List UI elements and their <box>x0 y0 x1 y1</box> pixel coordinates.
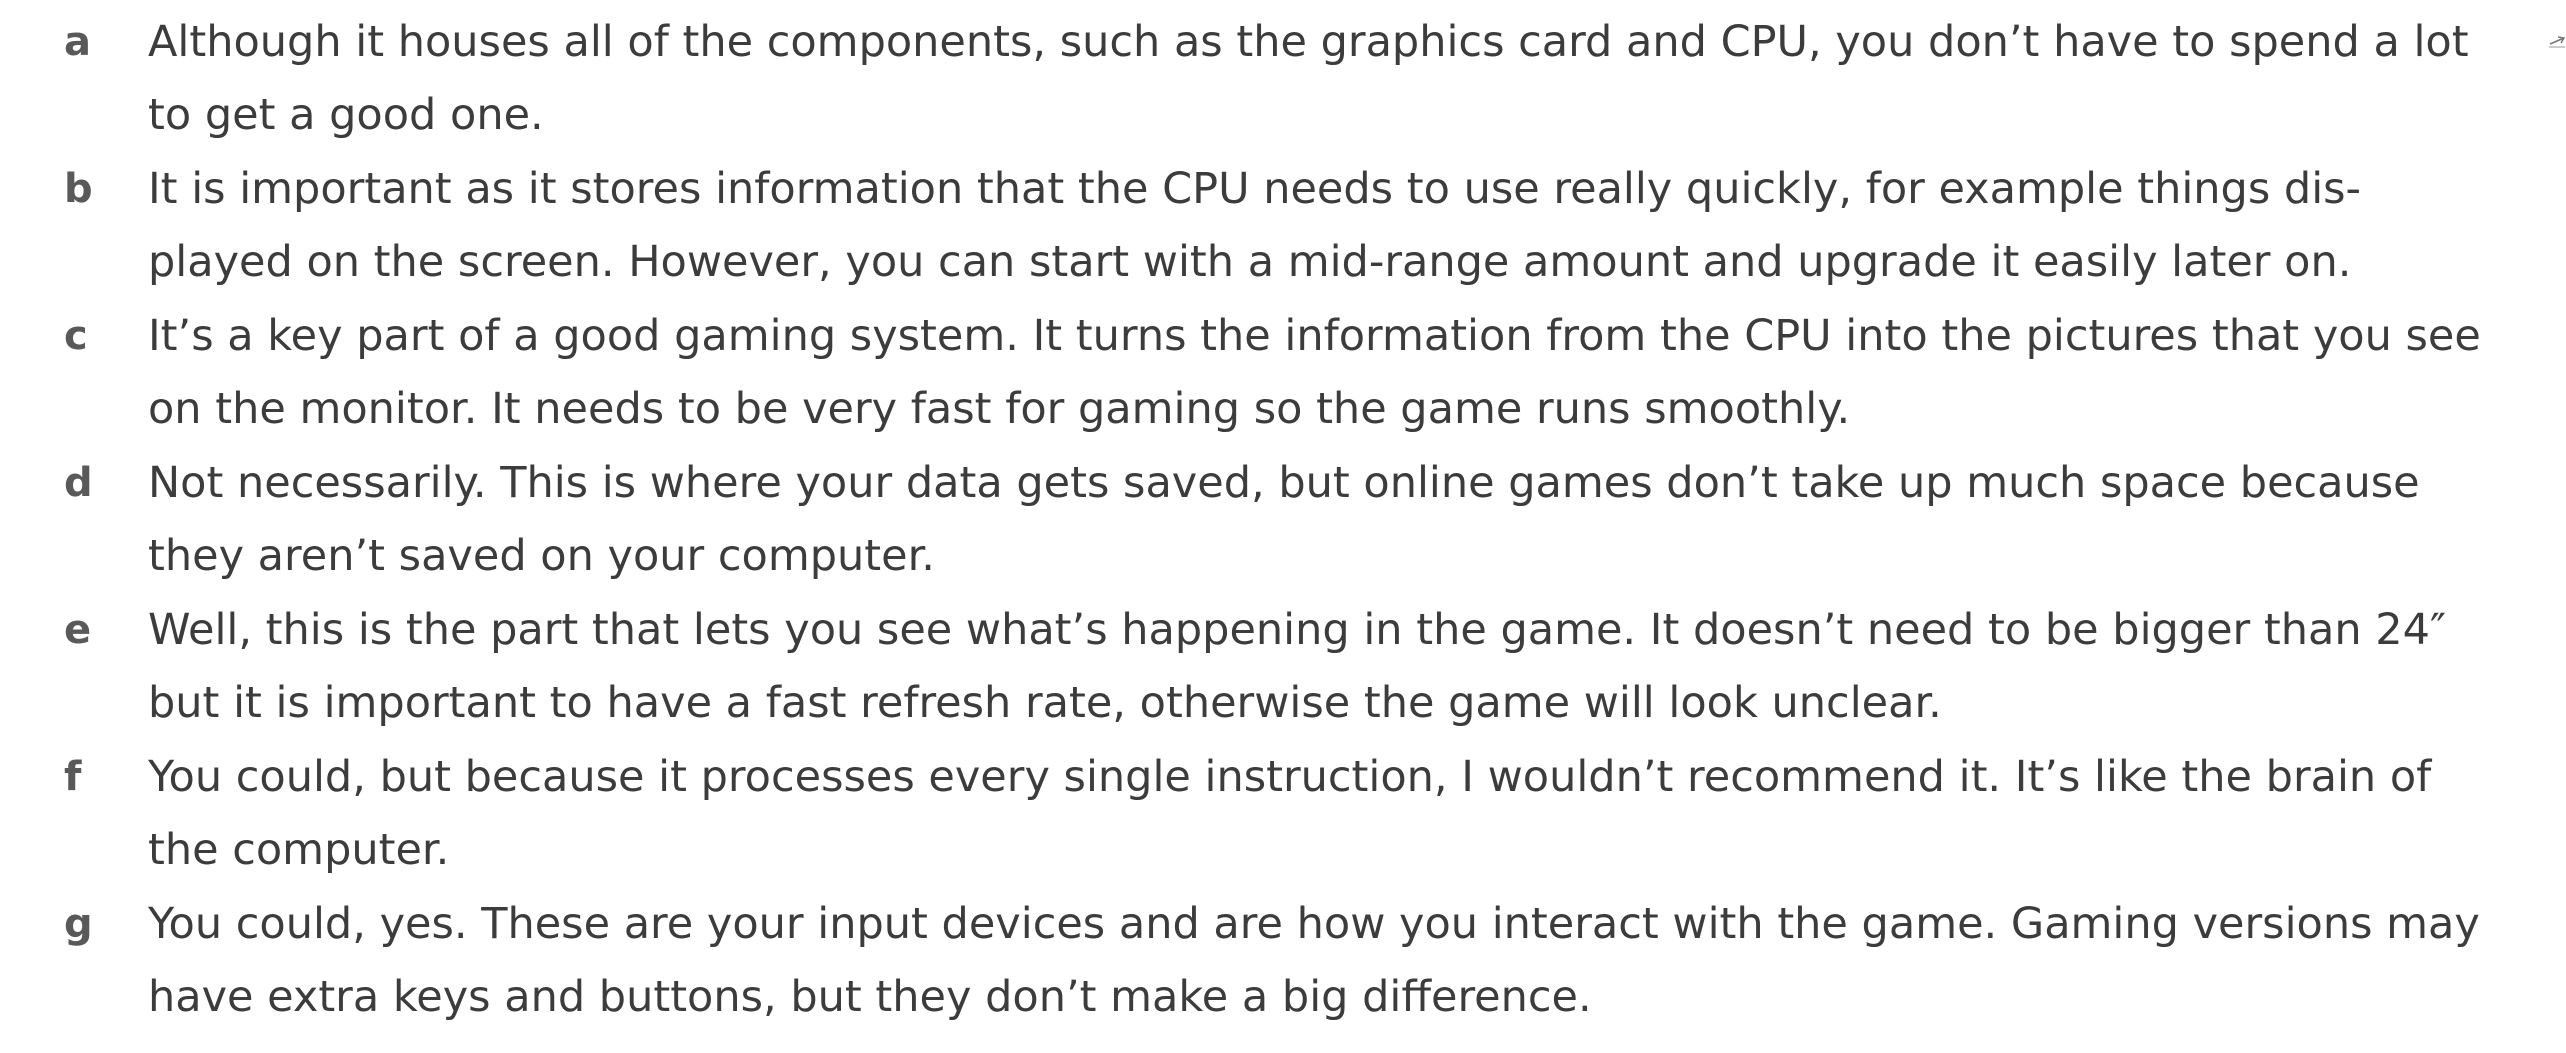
item-letter: e <box>64 607 92 653</box>
answer-item-f: f You could, but because it processes ev… <box>0 741 2566 888</box>
corner-mark-icon <box>2549 36 2566 48</box>
item-text-line-2: the computer. <box>148 825 450 875</box>
item-text-line-2: have extra keys and buttons, but they do… <box>148 972 1592 1022</box>
answer-item-e: e Well, this is the part that lets you s… <box>0 594 2566 741</box>
answer-item-g: g You could, yes. These are your input d… <box>0 888 2566 1035</box>
answer-item-b: b It is important as it stores informati… <box>0 153 2566 300</box>
item-text-line-2: on the monitor. It needs to be very fast… <box>148 384 1851 434</box>
item-text-line-1: Not necessarily. This is where your data… <box>148 458 2420 508</box>
item-text-line-2: but it is important to have a fast refre… <box>148 678 1942 728</box>
item-text-line-2: they aren’t saved on your computer. <box>148 531 935 581</box>
answer-item-c: c It’s a key part of a good gaming syste… <box>0 300 2566 447</box>
item-text-line-1: You could, yes. These are your input dev… <box>148 899 2480 949</box>
item-letter: a <box>64 19 91 65</box>
item-letter: d <box>64 460 93 506</box>
item-text-line-2: played on the screen. However, you can s… <box>148 237 2352 287</box>
item-letter: g <box>64 901 93 947</box>
item-text-line-1: It’s a key part of a good gaming system.… <box>148 311 2481 361</box>
item-letter: c <box>64 313 88 359</box>
item-text-line-1: Although it houses all of the components… <box>148 17 2469 67</box>
item-text-line-1: Well, this is the part that lets you see… <box>148 605 2447 655</box>
item-letter: b <box>64 166 93 212</box>
item-text-line-1: It is important as it stores information… <box>148 164 2362 214</box>
item-text-line-1: You could, but because it processes ever… <box>148 752 2432 802</box>
answer-item-d: d Not necessarily. This is where your da… <box>0 447 2566 594</box>
item-letter: f <box>64 754 82 800</box>
answer-item-a: a Although it houses all of the componen… <box>0 6 2566 153</box>
item-text-line-2: to get a good one. <box>148 90 544 140</box>
